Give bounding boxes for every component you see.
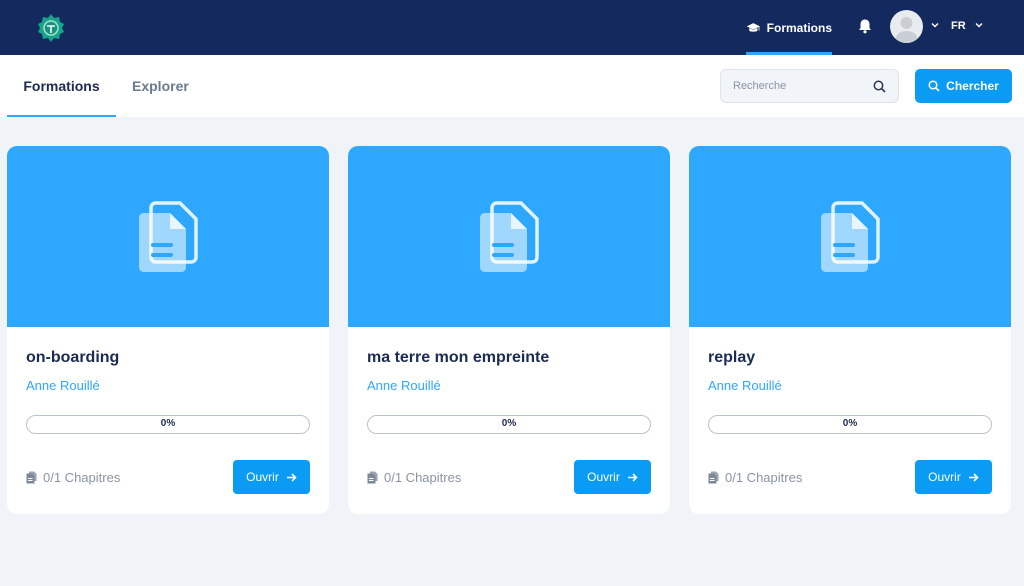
progress-bar: 0% <box>367 415 651 434</box>
course-title[interactable]: on-boarding <box>26 349 119 367</box>
progress-label: 0% <box>842 418 858 429</box>
open-button-label: Ouvrir <box>928 470 961 484</box>
open-course-button[interactable]: Ouvrir <box>574 460 651 494</box>
bell-icon[interactable] <box>857 18 873 34</box>
tab-formations[interactable]: Formations <box>7 55 116 117</box>
chapters-text: 0/1 Chapitres <box>725 470 803 485</box>
documents-icon <box>821 201 880 272</box>
avatar[interactable] <box>890 10 923 43</box>
search-input[interactable] <box>733 78 863 94</box>
tab-explorer[interactable]: Explorer <box>132 55 189 117</box>
documents-icon <box>708 471 719 484</box>
course-cover[interactable] <box>7 146 329 327</box>
course-title[interactable]: replay <box>708 349 755 367</box>
course-author[interactable]: Anne Rouillé <box>708 378 782 393</box>
course-card: ma terre mon empreinte Anne Rouillé 0% 0… <box>348 146 670 514</box>
user-silhouette-icon <box>895 17 918 43</box>
sub-header: Formations Explorer Chercher <box>0 55 1024 117</box>
progress-label: 0% <box>160 418 176 429</box>
course-cover[interactable] <box>689 146 1011 327</box>
documents-icon <box>26 471 37 484</box>
chapters-count: 0/1 Chapitres <box>367 470 461 485</box>
chapters-text: 0/1 Chapitres <box>384 470 462 485</box>
course-author[interactable]: Anne Rouillé <box>26 378 100 393</box>
open-button-label: Ouvrir <box>246 470 279 484</box>
chapters-text: 0/1 Chapitres <box>43 470 121 485</box>
compass-seal-icon[interactable] <box>36 13 66 43</box>
arrow-right-icon <box>968 472 979 482</box>
documents-icon <box>480 201 539 272</box>
course-card: replay Anne Rouillé 0% 0/1 Chapitres Ouv… <box>689 146 1011 514</box>
chapters-count: 0/1 Chapitres <box>708 470 802 485</box>
course-author[interactable]: Anne Rouillé <box>367 378 441 393</box>
tab-formations-label: Formations <box>23 78 100 94</box>
course-card: on-boarding Anne Rouillé 0% 0/1 Chapitre… <box>7 146 329 514</box>
chapters-count: 0/1 Chapitres <box>26 470 120 485</box>
chevron-down-icon[interactable] <box>974 20 984 30</box>
arrow-right-icon <box>286 472 297 482</box>
nav-formations-link[interactable]: Formations <box>746 0 832 55</box>
graduation-cap-icon <box>746 22 760 32</box>
progress-bar: 0% <box>26 415 310 434</box>
progress-bar: 0% <box>708 415 992 434</box>
open-course-button[interactable]: Ouvrir <box>233 460 310 494</box>
progress-label: 0% <box>501 418 517 429</box>
chevron-down-icon[interactable] <box>930 20 940 30</box>
course-title[interactable]: ma terre mon empreinte <box>367 349 549 367</box>
search-button-label: Chercher <box>946 79 999 93</box>
tab-explorer-label: Explorer <box>132 78 189 94</box>
search-box <box>720 69 899 103</box>
open-course-button[interactable]: Ouvrir <box>915 460 992 494</box>
search-icon <box>928 80 940 92</box>
top-navbar: Formations FR <box>0 0 1024 55</box>
nav-formations-label: Formations <box>766 20 832 35</box>
course-cover[interactable] <box>348 146 670 327</box>
documents-icon <box>139 201 198 272</box>
search-icon[interactable] <box>873 80 886 93</box>
arrow-right-icon <box>627 472 638 482</box>
language-selector[interactable]: FR <box>951 20 966 32</box>
documents-icon <box>367 471 378 484</box>
search-button[interactable]: Chercher <box>915 69 1012 103</box>
open-button-label: Ouvrir <box>587 470 620 484</box>
